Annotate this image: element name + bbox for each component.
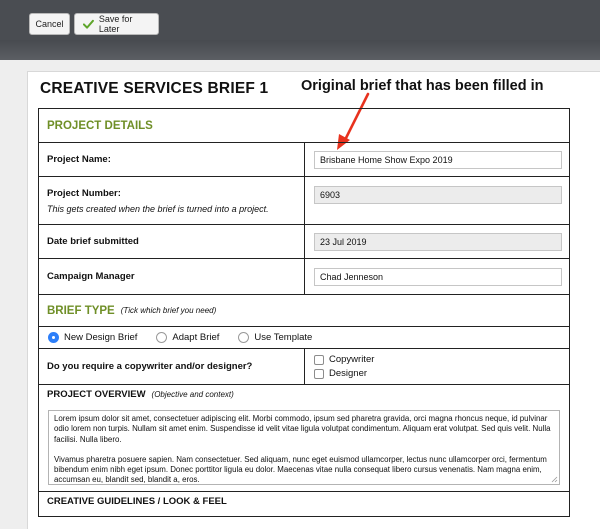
project-number-label: Project Number: <box>47 187 121 199</box>
page-title: CREATIVE SERVICES BRIEF 1 <box>40 80 269 97</box>
campaign-manager-label: Campaign Manager <box>47 271 135 282</box>
brief-type-options: New Design Brief Adapt Brief Use Templat… <box>39 327 569 349</box>
project-name-row: Project Name: Brisbane Home Show Expo 20… <box>39 143 569 177</box>
date-submitted-field: 23 Jul 2019 <box>314 232 562 251</box>
creative-guidelines-heading: CREATIVE GUIDELINES / LOOK & FEEL <box>47 496 227 507</box>
project-overview-hint: (Objective and context) <box>151 390 234 399</box>
radio-new-design-brief[interactable]: New Design Brief <box>48 332 137 343</box>
project-number-row: Project Number: This gets created when t… <box>39 177 569 225</box>
project-name-label: Project Name: <box>47 154 111 165</box>
radio-label: New Design Brief <box>64 332 138 343</box>
overview-paragraph: Lorem ipsum dolor sit amet, consectetuer… <box>54 414 551 444</box>
overview-paragraph: Vivamus pharetra posuere sapien. Nam con… <box>54 454 547 485</box>
checkmark-icon <box>83 19 94 29</box>
brief-type-hint: (Tick which brief you need) <box>120 306 217 315</box>
project-name-input[interactable]: Brisbane Home Show Expo 2019 <box>314 150 562 169</box>
project-details-section: PROJECT DETAILS <box>39 109 569 143</box>
brief-type-heading: BRIEF TYPE <box>47 304 115 317</box>
radio-label: Use Template <box>254 332 313 343</box>
creative-guidelines-section: CREATIVE GUIDELINES / LOOK & FEEL <box>39 492 569 516</box>
project-number-field: 6903 <box>314 186 562 204</box>
cancel-button[interactable]: Cancel <box>29 13 70 35</box>
designer-label: Designer <box>329 368 368 379</box>
save-for-later-button[interactable]: Save for Later <box>74 13 159 35</box>
radio-use-template[interactable]: Use Template <box>238 332 312 343</box>
project-details-heading: PROJECT DETAILS <box>47 119 153 132</box>
copywriter-question: Do you require a copywriter and/or desig… <box>47 361 253 372</box>
copywriter-designer-row: Do you require a copywriter and/or desig… <box>39 349 569 385</box>
campaign-manager-input[interactable]: Chad Jenneson <box>314 267 562 286</box>
date-submitted-row: Date brief submitted 23 Jul 2019 <box>39 225 569 259</box>
toolbar-divider <box>0 40 600 60</box>
radio-unselected-icon[interactable] <box>156 332 168 343</box>
cancel-button-label: Cancel <box>35 19 64 29</box>
save-button-label: Save for Later <box>98 14 133 34</box>
designer-checkbox-row[interactable]: Designer <box>314 368 367 379</box>
copywriter-label: Copywriter <box>329 354 375 365</box>
resize-grip-icon[interactable] <box>551 476 558 483</box>
radio-unselected-icon[interactable] <box>238 332 250 343</box>
project-overview-textarea[interactable]: Lorem ipsum dolor sit amet, consectetuer… <box>48 410 560 485</box>
project-number-note: This gets created when the brief is turn… <box>47 203 269 214</box>
radio-selected-icon[interactable] <box>48 332 59 343</box>
date-submitted-label: Date brief submitted <box>47 236 139 247</box>
brief-type-section: BRIEF TYPE (Tick which brief you need) <box>39 295 569 327</box>
radio-adapt-brief[interactable]: Adapt Brief <box>156 332 219 343</box>
project-overview-body: Lorem ipsum dolor sit amet, consectetuer… <box>39 404 569 492</box>
radio-label: Adapt Brief <box>172 332 220 343</box>
campaign-manager-row: Campaign Manager Chad Jenneson <box>39 259 569 295</box>
project-overview-section: PROJECT OVERVIEW (Objective and context) <box>39 385 569 404</box>
copywriter-checkbox[interactable] <box>314 354 324 365</box>
brief-form: PROJECT DETAILS Project Name: Brisbane H… <box>38 108 570 517</box>
project-overview-heading: PROJECT OVERVIEW <box>47 389 146 400</box>
designer-checkbox[interactable] <box>314 368 324 379</box>
copywriter-checkbox-row[interactable]: Copywriter <box>314 354 374 365</box>
